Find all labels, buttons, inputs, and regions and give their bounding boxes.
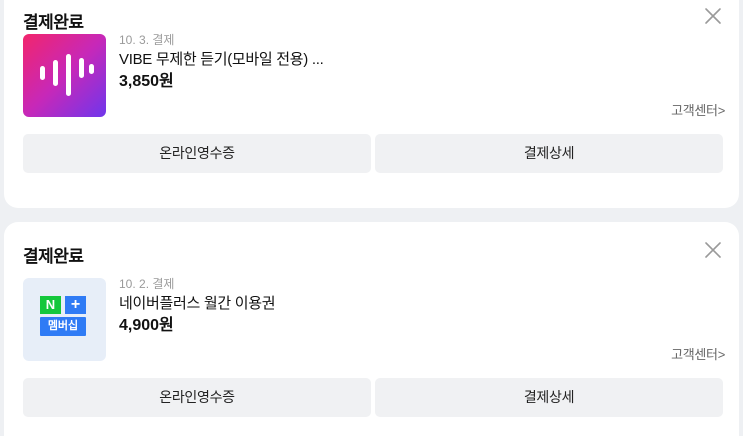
- price: 4,900원: [119, 317, 174, 334]
- online-receipt-button[interactable]: 온라인영수증: [23, 134, 371, 173]
- naver-plus-badge: N + 멤버십: [40, 296, 88, 336]
- naver-plus-membership-icon[interactable]: N + 멤버십: [23, 278, 106, 361]
- customer-center-link[interactable]: 고객센터>: [671, 344, 725, 363]
- close-icon[interactable]: [703, 240, 723, 260]
- payment-detail-button[interactable]: 결제상세: [375, 134, 723, 173]
- order-status-title: 결제완료: [23, 13, 84, 32]
- order-card-2: 결제완료 N + 멤버십 10. 2. 결제 네이버플러스 월간 이용권 4,9…: [4, 222, 739, 436]
- payment-detail-button[interactable]: 결제상세: [375, 378, 723, 417]
- order-card-1: 결제완료 10. 3. 결제 VIBE 무제한 듣기(모바일 전용) ... 3…: [4, 0, 739, 208]
- order-info: 10. 3. 결제 VIBE 무제한 듣기(모바일 전용) ... 3,850원: [119, 32, 324, 93]
- order-info: 10. 2. 결제 네이버플러스 월간 이용권 4,900원: [119, 276, 276, 337]
- plus-mark: +: [65, 296, 86, 314]
- vibe-logo-icon[interactable]: [23, 34, 106, 117]
- payment-date: 10. 2. 결제: [119, 277, 175, 291]
- product-name[interactable]: 네이버플러스 월간 이용권: [119, 294, 276, 314]
- naver-n-mark: N: [40, 296, 61, 314]
- membership-label: 멤버십: [40, 317, 86, 336]
- price: 3,850원: [119, 73, 174, 90]
- customer-center-link[interactable]: 고객센터>: [671, 100, 725, 119]
- order-status-title: 결제완료: [23, 247, 84, 266]
- product-name[interactable]: VIBE 무제한 듣기(모바일 전용) ...: [119, 50, 324, 70]
- close-icon[interactable]: [703, 6, 723, 26]
- online-receipt-button[interactable]: 온라인영수증: [23, 378, 371, 417]
- payment-date: 10. 3. 결제: [119, 33, 175, 47]
